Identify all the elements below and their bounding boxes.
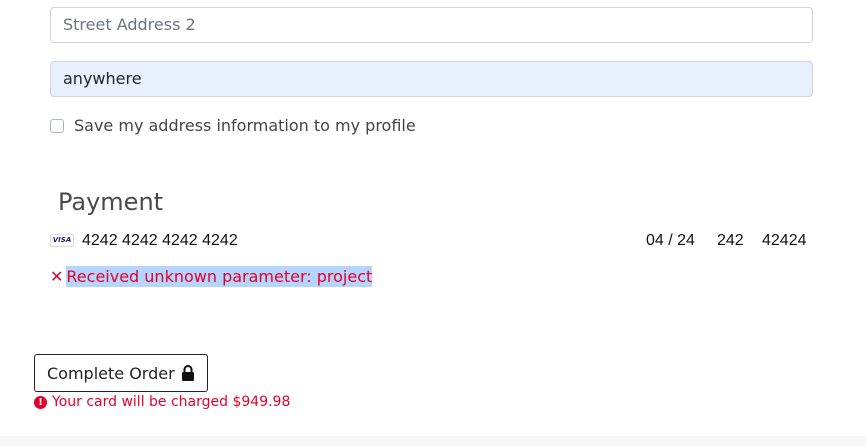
card-error-text: Received unknown parameter: project <box>66 266 373 287</box>
card-error: ✕ Received unknown parameter: project <box>50 266 373 287</box>
payment-heading: Payment <box>58 188 164 216</box>
save-address-label[interactable]: Save my address information to my profil… <box>74 116 416 135</box>
footer-band <box>0 436 866 446</box>
card-expiry-field[interactable]: 04 / 24 <box>646 232 695 250</box>
card-number-field[interactable]: 4242 4242 4242 4242 <box>82 232 238 250</box>
charge-notice-text: Your card will be charged $949.98 <box>52 394 291 410</box>
city-input[interactable]: anywhere <box>50 61 813 97</box>
save-address-row[interactable]: Save my address information to my profil… <box>50 116 416 135</box>
complete-order-button[interactable]: Complete Order <box>34 354 208 392</box>
complete-order-label: Complete Order <box>47 363 175 383</box>
charge-notice: ! Your card will be charged $949.98 <box>34 394 290 410</box>
lock-icon <box>181 365 195 381</box>
visa-card-icon: VISA <box>50 234 74 247</box>
card-cvc-field[interactable]: 242 <box>717 232 744 250</box>
card-zip-field[interactable]: 42424 <box>762 232 807 250</box>
error-x-icon: ✕ <box>50 267 64 286</box>
street-address-2-input[interactable]: Street Address 2 <box>50 7 813 43</box>
card-element[interactable]: VISA 4242 4242 4242 4242 04 / 24 242 424… <box>50 231 813 253</box>
alert-circle-icon: ! <box>34 395 47 409</box>
save-address-checkbox[interactable] <box>50 118 64 133</box>
